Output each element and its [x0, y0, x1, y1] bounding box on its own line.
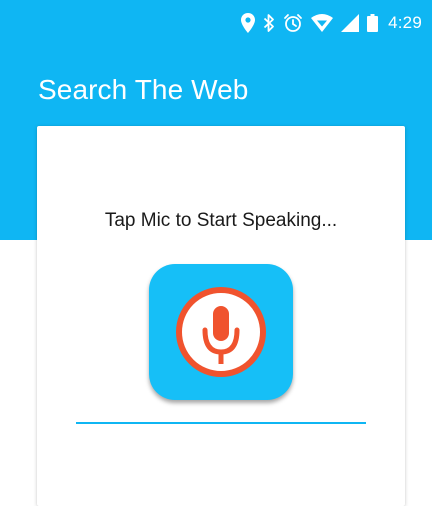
speak-prompt: Tap Mic to Start Speaking... — [104, 210, 338, 231]
voice-search-card: Tap Mic to Start Speaking... — [37, 126, 405, 506]
status-bar: 4:29 — [0, 0, 432, 48]
wifi-icon — [311, 14, 334, 32]
cell-signal-icon — [341, 14, 360, 32]
input-underline — [76, 422, 366, 424]
status-icons: 4:29 — [241, 11, 422, 35]
bluetooth-icon — [263, 13, 275, 33]
alarm-icon — [283, 13, 303, 33]
microphone-icon — [176, 287, 266, 377]
location-icon — [241, 13, 256, 33]
page-title: Search The Web — [38, 74, 249, 105]
mic-button[interactable] — [149, 264, 293, 400]
battery-icon — [367, 14, 379, 32]
status-time: 4:29 — [388, 13, 422, 32]
